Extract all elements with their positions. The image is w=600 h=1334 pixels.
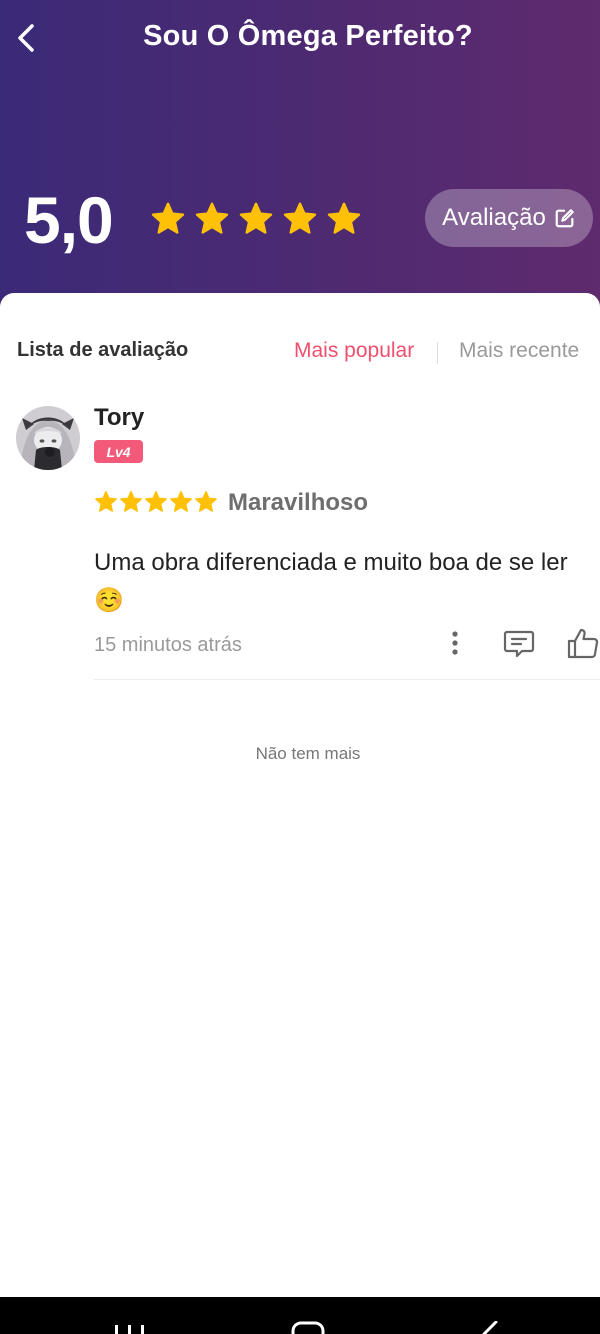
star-icon (195, 491, 217, 512)
thumbs-up-icon (567, 628, 599, 659)
review-rating-stars (94, 490, 218, 514)
recent-apps-icon (115, 1325, 144, 1334)
home-icon (291, 1321, 325, 1334)
end-of-list-text: Não tem mais (255, 744, 361, 763)
level-badge: Lv4 (94, 440, 143, 463)
star-icon (170, 491, 192, 512)
star-icon (327, 202, 361, 234)
review-list-title: Lista de avaliação (17, 339, 189, 361)
back-arrow-icon (482, 1320, 498, 1334)
star-icon (283, 202, 317, 234)
sort-most-popular[interactable]: Mais popular (294, 339, 414, 363)
star-icon (195, 202, 229, 234)
more-icon (452, 631, 458, 655)
write-review-button[interactable]: Avaliação (425, 189, 593, 247)
review-text: Uma obra diferenciada e muito boa de se … (94, 549, 568, 614)
review-username[interactable]: Tory (94, 404, 144, 432)
comment-button[interactable] (503, 629, 535, 659)
rating-label: Maravilhoso (228, 489, 369, 516)
average-rating-stars (150, 201, 362, 237)
review-divider (94, 679, 600, 680)
star-icon (151, 202, 185, 234)
edit-icon (555, 209, 574, 228)
review-timestamp: 15 minutos atrás (94, 634, 242, 656)
write-review-label: Avaliação (442, 204, 546, 231)
more-options-button[interactable] (441, 630, 469, 658)
avatar[interactable] (16, 406, 80, 470)
like-button[interactable] (566, 627, 600, 659)
recent-apps-button[interactable] (113, 1323, 147, 1334)
sort-most-recent[interactable]: Mais recente (459, 339, 579, 363)
system-navigation-bar (0, 1297, 600, 1334)
system-back-button[interactable] (478, 1320, 502, 1334)
star-icon (145, 491, 167, 512)
sort-divider (437, 342, 438, 364)
star-icon (120, 491, 142, 512)
avatar-image (16, 406, 80, 470)
home-button[interactable] (290, 1321, 326, 1334)
star-icon (239, 202, 273, 234)
comment-icon (503, 630, 535, 658)
header: Sou O Ômega Perfeito? 5,0 Avaliação (0, 0, 600, 310)
star-icon (95, 491, 117, 512)
review-list-panel: Lista de avaliação Mais popular Mais rec… (0, 293, 600, 1297)
average-score: 5,0 (24, 183, 114, 257)
page-title: Sou O Ômega Perfeito? (143, 20, 473, 52)
